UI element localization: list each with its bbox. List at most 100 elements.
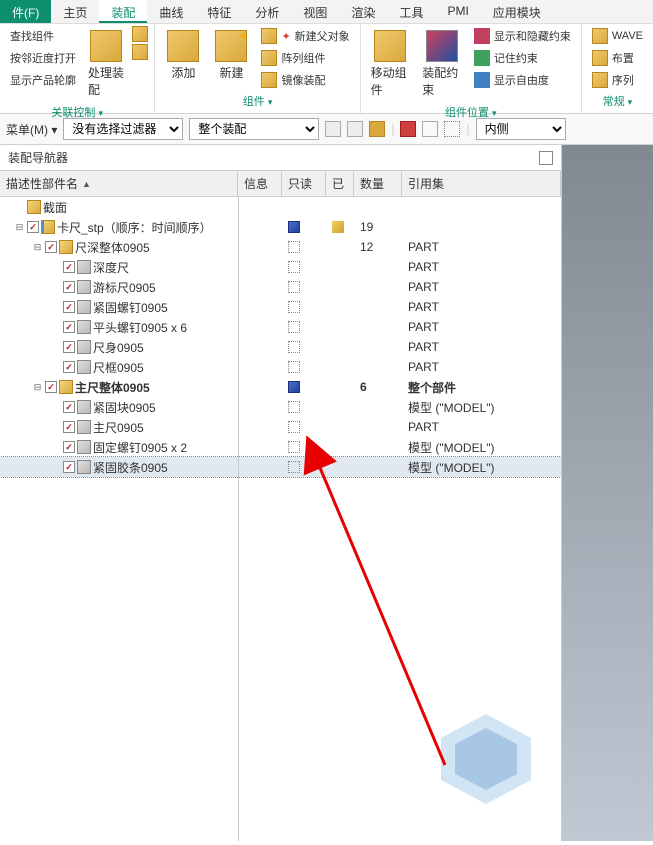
filter-select-1[interactable]: 没有选择过滤器 [63, 118, 183, 140]
ribbon-tab-2[interactable]: 曲线 [147, 0, 195, 23]
find-components[interactable]: 查找组件 [6, 26, 80, 46]
wave-icon [592, 28, 608, 44]
tree-row[interactable]: 紧固胶条0905模型 ("MODEL") [0, 457, 561, 477]
tree-row[interactable]: 尺身0905PART [0, 337, 561, 357]
ribbon-tab-3[interactable]: 特征 [195, 0, 243, 23]
tree-row[interactable]: 主尺0905PART [0, 417, 561, 437]
layout[interactable]: 布置 [588, 48, 647, 68]
filter-select-3[interactable]: 内侧 [476, 118, 566, 140]
constraint-icon [426, 30, 458, 62]
col-header-readonly[interactable]: 只读 [282, 171, 326, 196]
tree-row[interactable]: 游标尺0905PART [0, 277, 561, 297]
checkbox[interactable] [27, 221, 39, 233]
refset-cell: PART [402, 317, 561, 337]
node-label: 主尺整体0905 [75, 379, 150, 396]
col-header-refset[interactable]: 引用集 [402, 171, 561, 196]
checkbox[interactable] [63, 461, 75, 473]
new-component[interactable]: ✦ 新建 [209, 26, 253, 85]
checkbox[interactable] [63, 301, 75, 313]
tool-icon-4[interactable] [400, 121, 416, 137]
tree-row[interactable]: ⊟主尺整体09056整个部件 [0, 377, 561, 397]
tree-header: 描述性部件名 ▲ 信息 只读 已 数量 引用集 [0, 171, 561, 197]
ribbon-tab-6[interactable]: 渲染 [339, 0, 387, 23]
refset-cell: PART [402, 357, 561, 377]
tree-row[interactable]: 紧固块0905模型 ("MODEL") [0, 397, 561, 417]
ribbon-tab-8[interactable]: PMI [435, 0, 480, 23]
new-parent[interactable]: ✦新建父对象 [257, 26, 353, 46]
refset-cell: 模型 ("MODEL") [402, 397, 561, 417]
tree-row[interactable]: 平头螺钉0905 x 6PART [0, 317, 561, 337]
tree-row[interactable]: 固定螺钉0905 x 2模型 ("MODEL") [0, 437, 561, 457]
expander-icon [50, 262, 61, 273]
tool-icon-2[interactable] [347, 121, 363, 137]
tool-icon-6[interactable] [444, 121, 460, 137]
tool-icon-5[interactable] [422, 121, 438, 137]
refset-cell: PART [402, 417, 561, 437]
ribbon-tab-4[interactable]: 分析 [243, 0, 291, 23]
tree-row[interactable]: 深度尺PART [0, 257, 561, 277]
small-icon-1[interactable] [132, 26, 148, 42]
quantity-cell: 6 [354, 377, 402, 397]
layout-icon [592, 50, 608, 66]
wave[interactable]: WAVE [588, 26, 647, 46]
open-by-proximity[interactable]: 按邻近度打开 [6, 48, 80, 68]
tree-row[interactable]: 紧固螺钉0905PART [0, 297, 561, 317]
tree-row[interactable]: ⊟尺深整体090512PART [0, 237, 561, 257]
file-tab[interactable]: 件(F) [0, 0, 51, 23]
checkbox[interactable] [63, 341, 75, 353]
tree-row[interactable]: ⊟卡尺_stp（顺序：时间顺序）19 [0, 217, 561, 237]
tree-row[interactable]: 尺框0905PART [0, 357, 561, 377]
checkbox[interactable] [63, 401, 75, 413]
sequence[interactable]: 序列 [588, 70, 647, 90]
add-component[interactable]: 添加 [161, 26, 205, 85]
checkbox[interactable] [45, 381, 57, 393]
col-header-name[interactable]: 描述性部件名 ▲ [0, 171, 238, 196]
node-label: 截面 [43, 199, 67, 216]
tool-icon-3[interactable] [369, 121, 385, 137]
checkbox[interactable] [63, 441, 75, 453]
expander-icon[interactable]: ⊟ [14, 222, 25, 233]
checkbox[interactable] [63, 361, 75, 373]
readonly-box-icon [288, 401, 300, 413]
expander-icon[interactable]: ⊟ [32, 242, 43, 253]
ribbon-tab-5[interactable]: 视图 [291, 0, 339, 23]
pattern-component[interactable]: 阵列组件 [257, 48, 353, 68]
filter-select-2[interactable]: 整个装配 [189, 118, 319, 140]
ribbon-tab-9[interactable]: 应用模块 [481, 0, 553, 23]
quantity-cell [354, 417, 402, 437]
process-assembly[interactable]: 处理装配 [84, 26, 128, 102]
navigator-options-icon[interactable] [539, 151, 553, 165]
expander-icon[interactable]: ⊟ [32, 382, 43, 393]
assembly-constraint[interactable]: 装配约束 [418, 26, 466, 102]
checkbox[interactable] [63, 261, 75, 273]
tool-icon-1[interactable] [325, 121, 341, 137]
col-header-modified[interactable]: 已 [326, 171, 354, 196]
remember-constraints[interactable]: 记住约束 [470, 48, 575, 68]
checkbox[interactable] [45, 241, 57, 253]
comp-icon [77, 360, 91, 374]
comp-icon [77, 280, 91, 294]
checkbox[interactable] [63, 281, 75, 293]
col-header-info[interactable]: 信息 [238, 171, 282, 196]
show-hide-constraints[interactable]: 显示和隐藏约束 [470, 26, 575, 46]
menu-button[interactable]: 菜单(M) ▾ [6, 121, 57, 138]
show-outline[interactable]: 显示产品轮廓 [6, 70, 80, 90]
col-header-quantity[interactable]: 数量 [354, 171, 402, 196]
graphics-viewport[interactable] [562, 145, 653, 841]
comp-icon [77, 260, 91, 274]
expander-icon [50, 342, 61, 353]
expander-icon [50, 282, 61, 293]
tree-row[interactable]: 截面 [0, 197, 561, 217]
move-component[interactable]: 移动组件 [367, 26, 415, 102]
checkbox[interactable] [63, 421, 75, 433]
tree-body[interactable]: 截面⊟卡尺_stp（顺序：时间顺序）19⊟尺深整体090512PART深度尺PA… [0, 197, 561, 841]
ribbon-tab-1[interactable]: 装配 [99, 0, 147, 23]
expander-icon [14, 202, 25, 213]
ribbon-tab-7[interactable]: 工具 [387, 0, 435, 23]
show-dof[interactable]: 显示自由度 [470, 70, 575, 90]
checkbox[interactable] [63, 321, 75, 333]
small-icon-2[interactable] [132, 44, 148, 60]
ribbon-tab-0[interactable]: 主页 [51, 0, 99, 23]
mirror-assembly[interactable]: 镜像装配 [257, 70, 353, 90]
ribbon-group-components: 添加 ✦ 新建 ✦新建父对象 阵列组件 镜像装配 组件 ▾ [155, 24, 360, 113]
